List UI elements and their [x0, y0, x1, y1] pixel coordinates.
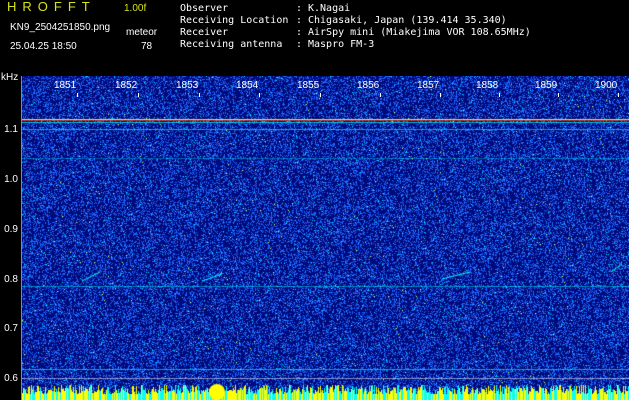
app-version: 1.00f	[124, 3, 147, 14]
location-label: Receiving Location	[180, 15, 289, 26]
observer-value: K.Nagai	[308, 3, 351, 14]
frequency-unit: kHz	[1, 72, 19, 83]
x-tick	[320, 93, 321, 97]
header-panel: HROFFT 1.00f KN9_2504251850.png meteor 2…	[0, 0, 629, 83]
x-label-1857: 1857	[417, 80, 440, 91]
receiver-colon: :	[296, 27, 303, 38]
antenna-label: Receiving antenna	[180, 39, 283, 50]
y-label-0-7: 0.7	[4, 323, 18, 334]
y-label-0-8: 0.8	[4, 274, 18, 285]
x-label-1856: 1856	[357, 80, 380, 91]
observer-colon: :	[296, 3, 303, 14]
x-tick	[618, 93, 619, 97]
x-tick	[77, 93, 78, 97]
x-tick	[558, 93, 559, 97]
observer-label: Observer	[180, 3, 229, 14]
meteor-count: 78	[141, 41, 153, 52]
location-value: Chigasaki, Japan (139.414 35.340)	[308, 15, 507, 26]
y-label-1-1: 1.1	[4, 124, 18, 135]
receiver-label: Receiver	[180, 27, 229, 38]
x-label-1854: 1854	[236, 80, 259, 91]
meteor-label: meteor	[126, 27, 158, 38]
app-title: HROFFT	[7, 0, 96, 14]
x-label-1859: 1859	[535, 80, 558, 91]
datetime: 25.04.25 18:50	[10, 41, 77, 52]
x-label-1855: 1855	[297, 80, 320, 91]
x-tick	[259, 93, 260, 97]
x-tick	[499, 93, 500, 97]
receiver-value: AirSpy mini (Miakejima VOR 108.65MHz)	[308, 27, 531, 38]
x-tick	[138, 93, 139, 97]
spectrogram	[22, 76, 629, 400]
x-label-1853: 1853	[176, 80, 199, 91]
x-tick	[440, 93, 441, 97]
antenna-colon: :	[296, 39, 303, 50]
y-label-0-9: 0.9	[4, 224, 18, 235]
y-axis-line	[21, 76, 22, 400]
y-label-1-0: 1.0	[4, 174, 18, 185]
x-label-1858: 1858	[476, 80, 499, 91]
file-name: KN9_2504251850.png	[10, 22, 111, 33]
antenna-value: Maspro FM-3	[308, 39, 375, 50]
x-tick	[199, 93, 200, 97]
x-label-1852: 1852	[115, 80, 138, 91]
x-label-1851: 1851	[54, 80, 77, 91]
x-label-1900: 1900	[595, 80, 618, 91]
y-label-0-6: 0.6	[4, 373, 18, 384]
x-tick	[380, 93, 381, 97]
location-colon: :	[296, 15, 303, 26]
